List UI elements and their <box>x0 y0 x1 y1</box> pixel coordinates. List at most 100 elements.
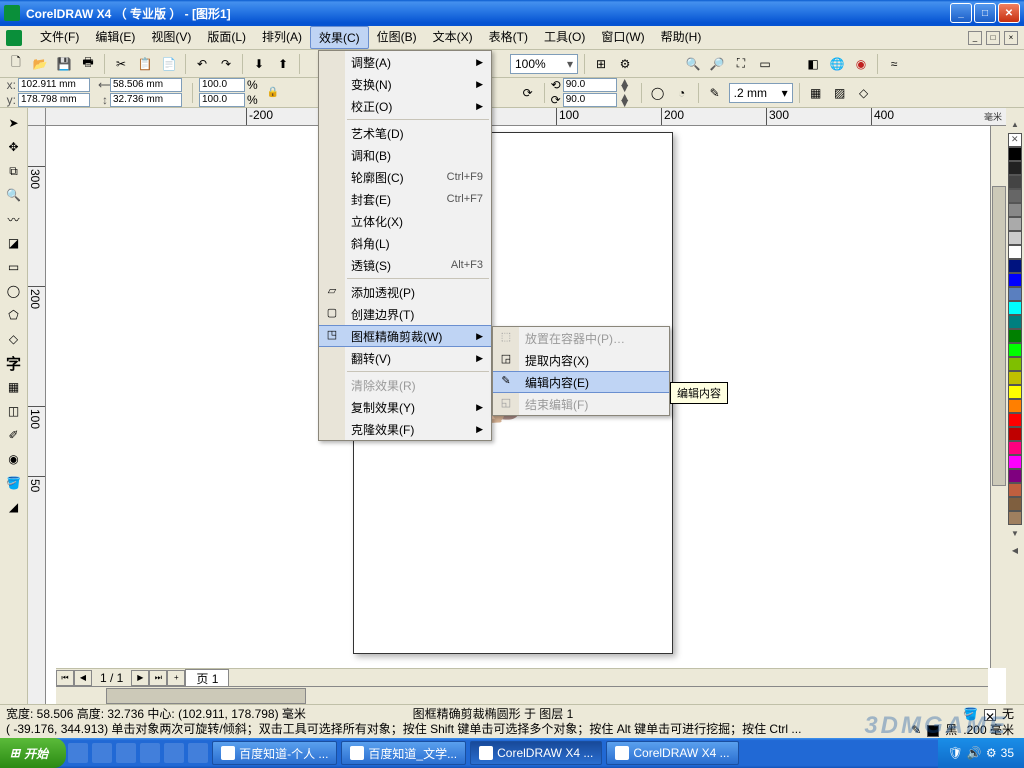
start-button[interactable]: ⊞开始 <box>0 738 66 768</box>
open-button[interactable]: 📂 <box>30 54 50 74</box>
color-swatch[interactable] <box>1008 497 1022 511</box>
convert-button[interactable]: ◇ <box>854 83 874 103</box>
maximize-button[interactable]: □ <box>974 3 996 23</box>
color-swatch[interactable] <box>1008 287 1022 301</box>
quick-launch-qq[interactable] <box>116 743 136 763</box>
fill-swatch[interactable]: ✕ <box>984 709 996 721</box>
snap-button[interactable]: ⊞ <box>591 54 611 74</box>
menu-11[interactable]: 帮助(H) <box>653 26 710 49</box>
color-swatch[interactable] <box>1008 217 1022 231</box>
cut-button[interactable]: ✂ <box>111 54 131 74</box>
color-swatch[interactable] <box>1008 259 1022 273</box>
interactive-tool[interactable]: ◫ <box>3 400 25 422</box>
angle1-input[interactable]: 90.0 <box>563 78 617 92</box>
zoom-fit-icon[interactable]: ⛶ <box>731 54 751 74</box>
y-input[interactable]: 178.798 mm <box>18 93 90 107</box>
next-page-button[interactable]: ▶ <box>131 670 149 686</box>
menu-7[interactable]: 文本(X) <box>425 26 481 49</box>
add-page-button[interactable]: + <box>167 670 185 686</box>
color-swatch[interactable] <box>1008 343 1022 357</box>
mdi-restore[interactable]: □ <box>986 31 1000 45</box>
pie-icon[interactable]: ◔ <box>672 83 692 103</box>
color-swatch[interactable] <box>1008 329 1022 343</box>
prev-page-button[interactable]: ◀ <box>74 670 92 686</box>
shape-tool[interactable]: ✥ <box>3 136 25 158</box>
basic-shapes-tool[interactable]: ◇ <box>3 328 25 350</box>
to-front-button[interactable]: ▦ <box>806 83 826 103</box>
zoom-in-icon[interactable]: 🔍 <box>683 54 703 74</box>
menu-item[interactable]: ▢创建边界(T) <box>319 303 491 325</box>
ellipse-icon[interactable]: ◯ <box>648 83 668 103</box>
color-swatch[interactable] <box>1008 399 1022 413</box>
page-tab[interactable]: 页 1 <box>185 669 229 687</box>
color-swatch[interactable] <box>1008 175 1022 189</box>
color-swatch[interactable] <box>1008 161 1022 175</box>
palette-flyout-icon[interactable]: ◀ <box>1012 546 1018 555</box>
taskbar-button[interactable]: CorelDRAW X4 ... <box>470 741 602 765</box>
smart-fill-tool[interactable]: ◪ <box>3 232 25 254</box>
crop-tool[interactable]: ⧉ <box>3 160 25 182</box>
copy-button[interactable]: 📋 <box>135 54 155 74</box>
menu-item[interactable]: 轮廓图(C)Ctrl+F9 <box>319 166 491 188</box>
color-swatch[interactable] <box>1008 189 1022 203</box>
menu-item[interactable]: 调和(B) <box>319 144 491 166</box>
color-swatch[interactable] <box>1008 273 1022 287</box>
outline-swatch[interactable] <box>927 725 939 737</box>
text-tool[interactable]: 字 <box>3 352 25 374</box>
last-page-button[interactable]: ⏭ <box>149 670 167 686</box>
quick-launch-ie[interactable] <box>68 743 88 763</box>
color-swatch[interactable] <box>1008 455 1022 469</box>
menu-item[interactable]: 变换(N)▶ <box>319 73 491 95</box>
first-page-button[interactable]: ⏮ <box>56 670 74 686</box>
menu-item[interactable]: 立体化(X) <box>319 210 491 232</box>
import-button[interactable]: ⬇ <box>249 54 269 74</box>
color-swatch[interactable] <box>1008 147 1022 161</box>
help-button[interactable]: ≈ <box>884 54 904 74</box>
pick-tool[interactable]: ➤ <box>3 112 25 134</box>
taskbar-button[interactable]: 百度知道_文学... <box>341 741 466 765</box>
options-button[interactable]: ⚙ <box>615 54 635 74</box>
ellipse-tool[interactable]: ◯ <box>3 280 25 302</box>
color-swatch[interactable] <box>1008 469 1022 483</box>
height-input[interactable]: 32.736 mm <box>110 93 182 107</box>
color-swatch[interactable] <box>1008 203 1022 217</box>
mdi-close[interactable]: × <box>1004 31 1018 45</box>
color-swatch[interactable] <box>1008 315 1022 329</box>
web-button[interactable]: 🌐 <box>827 54 847 74</box>
menu-3[interactable]: 版面(L) <box>199 26 254 49</box>
zoom-out-icon[interactable]: 🔎 <box>707 54 727 74</box>
menu-item[interactable]: 封套(E)Ctrl+F7 <box>319 188 491 210</box>
palette-up-icon[interactable]: ▲ <box>1011 120 1019 129</box>
color-swatch[interactable] <box>1008 301 1022 315</box>
export-button[interactable]: ⬆ <box>273 54 293 74</box>
taskbar-button[interactable]: 百度知道-个人 ... <box>212 741 337 765</box>
menu-item[interactable]: ◳图框精确剪裁(W)▶ <box>319 325 491 347</box>
undo-button[interactable]: ↶ <box>192 54 212 74</box>
width-input[interactable]: 58.506 mm <box>110 78 182 92</box>
menu-1[interactable]: 编辑(E) <box>87 26 143 49</box>
color-swatch[interactable] <box>1008 511 1022 525</box>
scale-x-input[interactable]: 100.0 <box>199 78 245 92</box>
menu-9[interactable]: 工具(O) <box>536 26 593 49</box>
scale-y-input[interactable]: 100.0 <box>199 93 245 107</box>
quick-launch-desktop[interactable] <box>92 743 112 763</box>
eyedropper-tool[interactable]: ✐ <box>3 424 25 446</box>
vertical-scrollbar[interactable] <box>990 126 1006 668</box>
menu-item[interactable]: 透镜(S)Alt+F3 <box>319 254 491 276</box>
color-button[interactable]: ◉ <box>851 54 871 74</box>
menu-item[interactable]: ▱添加透视(P) <box>319 281 491 303</box>
polygon-tool[interactable]: ⬠ <box>3 304 25 326</box>
zoom-combo[interactable]: 100% ▾ <box>510 54 578 74</box>
menu-item[interactable]: 克隆效果(F)▶ <box>319 418 491 440</box>
color-swatch[interactable] <box>1008 385 1022 399</box>
taskbar-button[interactable]: CorelDRAW X4 ... <box>606 741 738 765</box>
menu-10[interactable]: 窗口(W) <box>593 26 652 49</box>
quick-launch-4[interactable] <box>140 743 160 763</box>
new-button[interactable]: 🗋 <box>6 54 26 74</box>
menu-8[interactable]: 表格(T) <box>481 26 536 49</box>
rectangle-tool[interactable]: ▭ <box>3 256 25 278</box>
close-button[interactable]: ✕ <box>998 3 1020 23</box>
menu-6[interactable]: 位图(B) <box>369 26 425 49</box>
menu-2[interactable]: 视图(V) <box>143 26 199 49</box>
menu-item[interactable]: 复制效果(Y)▶ <box>319 396 491 418</box>
